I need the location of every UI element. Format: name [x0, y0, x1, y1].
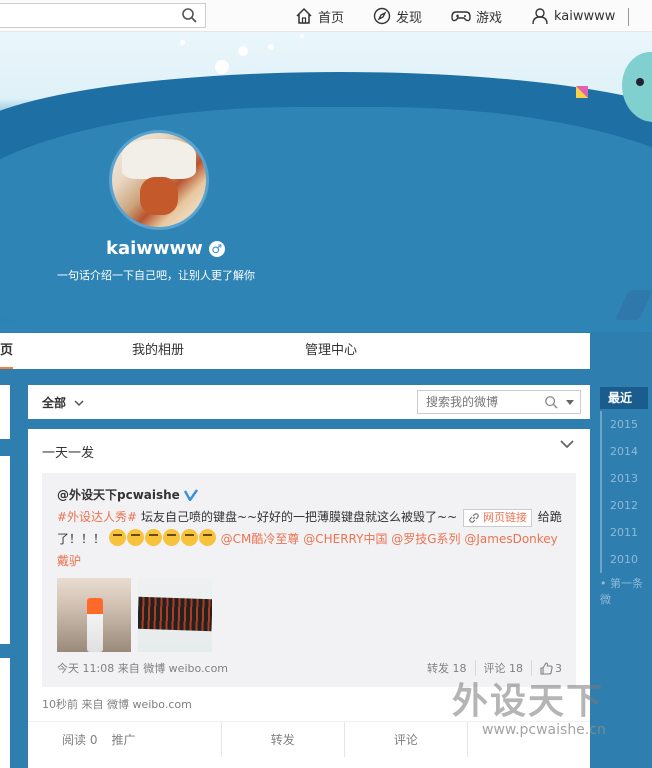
search-icon[interactable]: [181, 7, 197, 23]
bubble-decoration: [300, 34, 304, 38]
next-feed-card: [28, 763, 590, 768]
repost-forward-count[interactable]: 转发 18: [419, 660, 476, 676]
timeline-year[interactable]: 2011: [600, 519, 652, 546]
bubble-decoration: [268, 44, 274, 50]
compass-icon: [373, 7, 391, 25]
nav-discover[interactable]: 发现: [373, 0, 422, 32]
profile-tabs: 页 我的相册 管理中心: [0, 333, 590, 369]
forward-button[interactable]: 转发: [222, 722, 345, 757]
bubble-decoration: [180, 40, 185, 45]
web-link-label: 网页链接: [482, 510, 527, 524]
nav-divider: [628, 8, 629, 26]
timeline-first-label: 第一条微: [600, 577, 643, 606]
profile-banner: kaiwwww ♂ 一句话介绍一下自己吧，让别人更了解你: [0, 32, 652, 332]
filter-all-dropdown[interactable]: 全部: [42, 394, 86, 411]
emoji-icon: [180, 529, 198, 546]
bubble-decoration: [215, 60, 229, 74]
post-action-bar: 阅读 0 推广 转发 评论: [28, 721, 590, 757]
username-text: kaiwwww: [106, 238, 203, 259]
tab-home[interactable]: 页: [0, 333, 14, 369]
caret-down-icon[interactable]: [565, 399, 575, 407]
thumbs-up-icon: [540, 661, 553, 675]
post-text: 一天一发: [42, 446, 95, 461]
feed-card: 一天一发 @外设天下pcwaishe #外设达人秀# 坛友自己喷的键盘~~好好的…: [28, 429, 590, 768]
profile-intro[interactable]: 一句话介绍一下自己吧，让别人更了解你: [57, 267, 255, 283]
banner-wave: [0, 107, 652, 332]
nav-user-label: kaiwwww: [554, 8, 616, 24]
nav-discover-label: 发现: [396, 10, 423, 26]
repost-actions: 转发 18 评论 18 3: [419, 660, 562, 676]
repost-author[interactable]: @外设天下pcwaishe: [57, 486, 198, 503]
year-timeline: 2015 2014 2013 2012 2011 2010: [600, 411, 652, 573]
emoji-icon: [126, 529, 144, 546]
web-link-chip[interactable]: 网页链接: [462, 508, 532, 527]
emoji-icon: [162, 529, 180, 546]
filter-all-label: 全部: [42, 396, 67, 410]
flag-icon[interactable]: [574, 84, 590, 100]
repost-text: #外设达人秀# 坛友自己喷的键盘~~好好的一把薄膜键盘就这么被毁了~~ 网页链接…: [57, 506, 567, 572]
nav-games[interactable]: 游戏: [451, 0, 502, 32]
top-nav-bar: 首页 发现 游戏 kaiwwww: [0, 0, 652, 32]
repost-text-part: 坛友自己喷的键盘~~好好的一把薄膜键盘就这么被毁了~~: [137, 510, 461, 524]
tab-manage[interactable]: 管理中心: [305, 333, 357, 369]
timeline-year[interactable]: 2014: [600, 438, 652, 465]
left-card: [0, 456, 10, 644]
repost-text-part: 了！！！: [57, 532, 106, 546]
timeline-recent[interactable]: 最近: [600, 387, 648, 409]
repost-box: @外设天下pcwaishe #外设达人秀# 坛友自己喷的键盘~~好好的一把薄膜键…: [42, 473, 576, 687]
avatar[interactable]: [109, 130, 209, 230]
emoji-icon: [198, 529, 216, 546]
avatar-image: [112, 133, 206, 227]
nav-home-label: 首页: [318, 10, 345, 26]
timeline-year[interactable]: 2010: [600, 546, 652, 573]
weibo-search-input[interactable]: [418, 391, 538, 413]
feed-filter-bar: 全部: [28, 385, 590, 419]
post-image-thumbnail[interactable]: [57, 578, 131, 652]
repost-meta[interactable]: 今天 11:08 来自 微博 weibo.com: [57, 660, 228, 676]
emoji-icon: [144, 529, 162, 546]
verified-icon: [183, 488, 198, 501]
weibo-search: [417, 390, 581, 414]
nav-games-label: 游戏: [476, 10, 503, 26]
bubble-decoration: [238, 46, 248, 56]
chevron-down-icon[interactable]: [558, 437, 576, 451]
timeline-year[interactable]: 2015: [600, 411, 652, 438]
home-icon: [296, 7, 312, 24]
link-icon: [469, 512, 479, 523]
global-search: [0, 3, 206, 28]
promote-button[interactable]: 推广: [111, 733, 135, 747]
tab-album[interactable]: 我的相册: [132, 333, 184, 369]
post-image-thumbnail[interactable]: [138, 578, 212, 652]
nav-user[interactable]: kaiwwww: [531, 0, 615, 32]
left-card: [0, 385, 10, 439]
timeline-year[interactable]: 2013: [600, 465, 652, 492]
read-and-promote: 阅读 0 推广: [28, 722, 222, 757]
search-icon[interactable]: [544, 395, 558, 409]
repost-like-button[interactable]: 3: [532, 662, 562, 675]
gamepad-icon: [451, 11, 471, 22]
topic-link[interactable]: #外设达人秀#: [57, 510, 137, 524]
profile-username: kaiwwww ♂: [106, 238, 225, 259]
repost-like-count: 3: [555, 661, 562, 675]
chevron-down-icon: [74, 399, 84, 406]
user-icon: [532, 8, 548, 25]
global-search-input[interactable]: [0, 4, 170, 27]
read-count: 阅读 0: [62, 733, 98, 747]
repost-text-part: 给跪: [533, 510, 562, 524]
male-gender-icon: ♂: [208, 240, 225, 257]
emoji-icon: [108, 529, 126, 546]
nav-home[interactable]: 首页: [295, 0, 344, 32]
post-meta[interactable]: 10秒前 来自 微博 weibo.com: [42, 696, 192, 712]
comment-button[interactable]: 评论: [345, 722, 468, 757]
repost-comment-count[interactable]: 评论 18: [476, 660, 532, 676]
like-button[interactable]: [468, 722, 590, 757]
repost-author-name: @外设天下pcwaishe: [57, 488, 180, 502]
timeline-first-post[interactable]: • 第一条微: [600, 575, 652, 607]
timeline-year[interactable]: 2012: [600, 492, 652, 519]
left-card: [0, 658, 10, 768]
